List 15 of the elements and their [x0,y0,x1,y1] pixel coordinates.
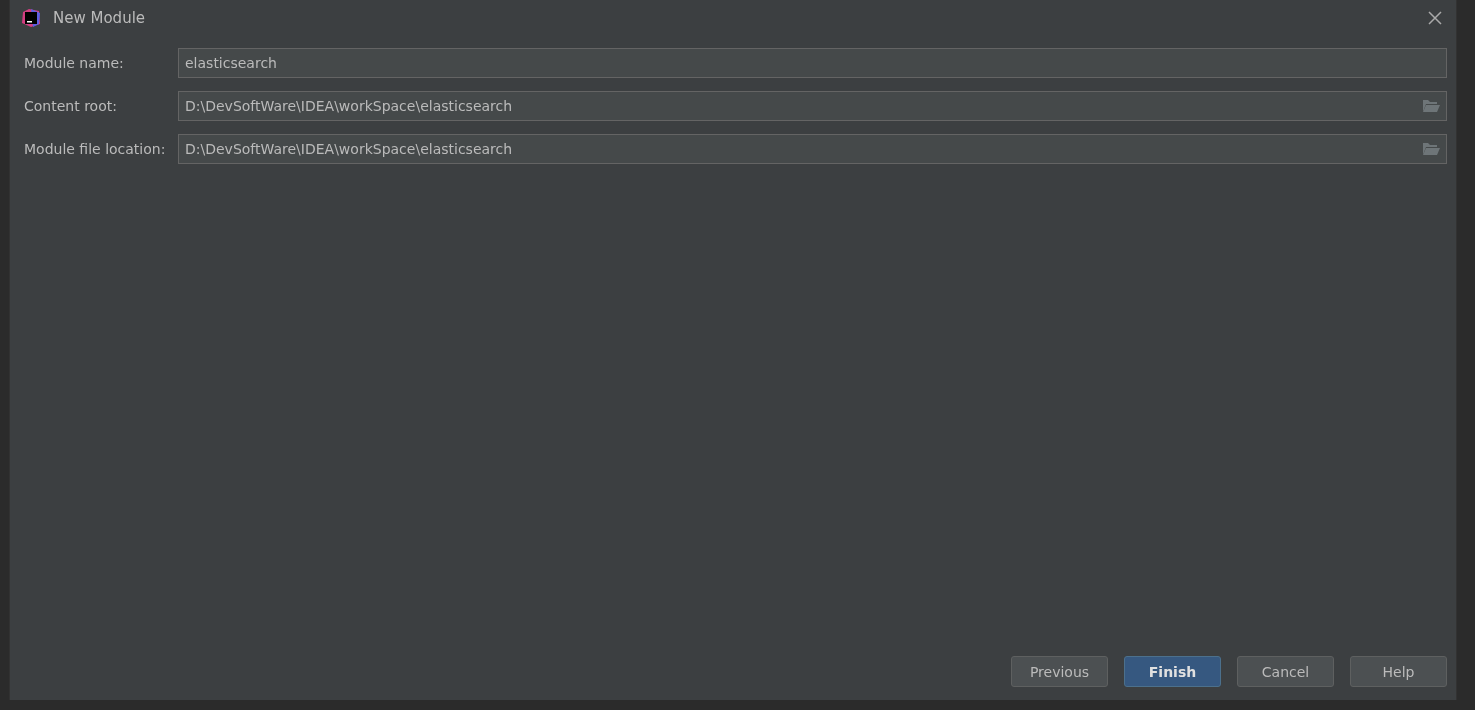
folder-icon[interactable] [1422,142,1440,156]
field-label: Content root: [24,98,118,114]
dialog-button[interactable]: Finish [1124,656,1221,687]
path-field[interactable]: D:\DevSoftWare\IDEA\workSpace\elasticsearch [178,134,1447,164]
input-field[interactable]: elasticsearch [178,48,1447,78]
field-label: Module file location: [24,141,167,157]
close-button[interactable] [1426,9,1444,27]
dialog-button[interactable]: Cancel [1237,656,1334,687]
dialog-button[interactable]: Previous [1011,656,1108,687]
path-field[interactable]: D:\DevSoftWare\IDEA\workSpace\elasticsearch [178,91,1447,121]
field-label: Module name: [24,55,125,71]
app-logo-icon [21,8,41,28]
window-title: New Module [53,9,147,27]
dialog-button[interactable]: Help [1350,656,1447,687]
folder-icon[interactable] [1422,99,1440,113]
